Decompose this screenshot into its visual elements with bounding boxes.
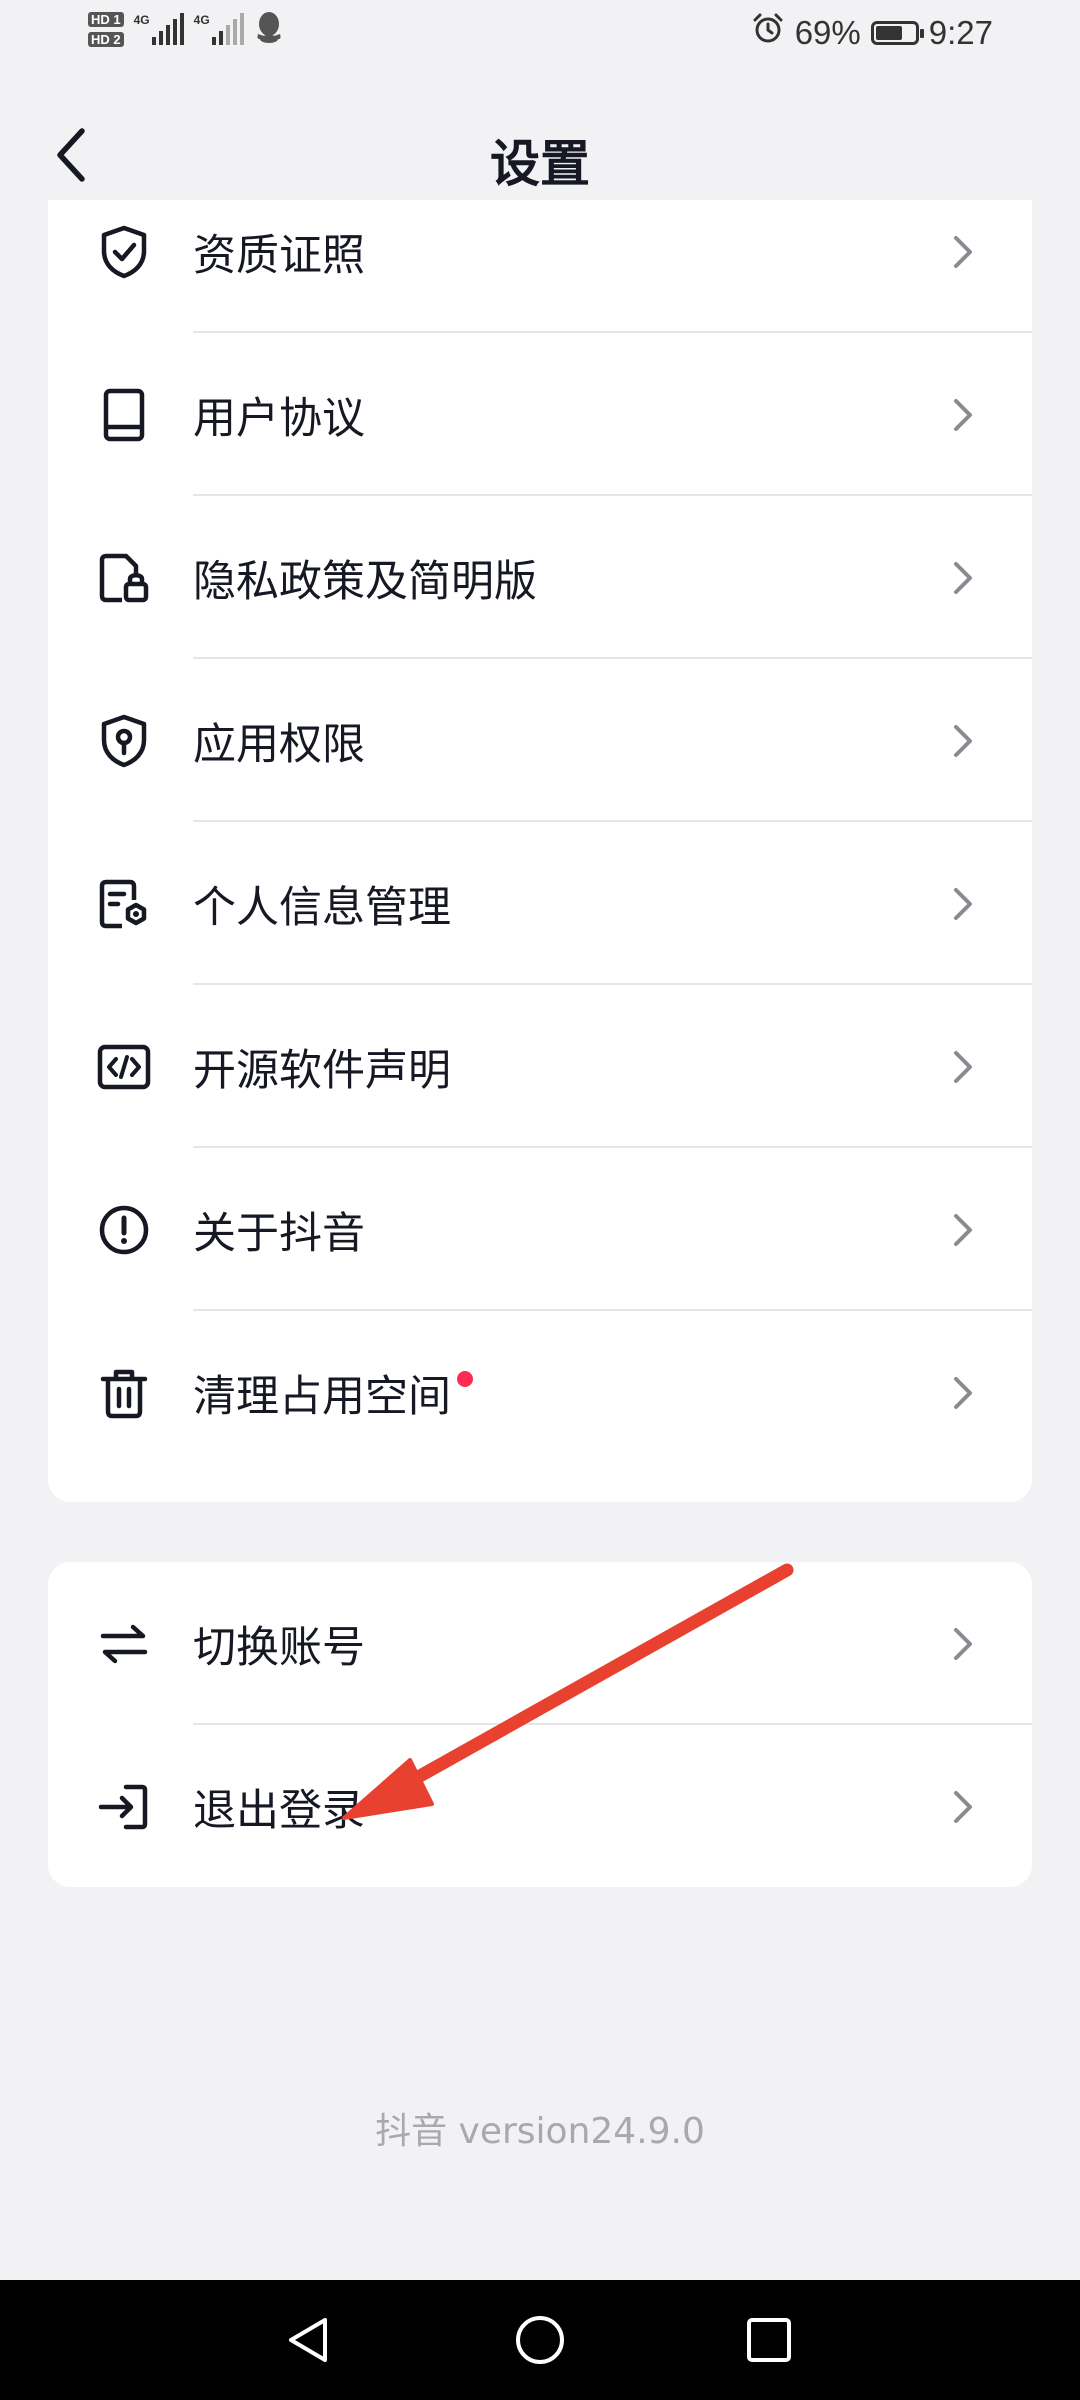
qq-icon [254,10,284,48]
settings-item-label: 切换账号 [193,1622,365,1673]
nav-recents-button[interactable] [729,2300,809,2380]
account-card: 切换账号 退出登录 [48,1562,1032,1887]
chevron-right-icon [948,395,978,435]
settings-item-label: 个人信息管理 [193,882,451,933]
settings-item-clear-storage[interactable]: 清理占用空间 [48,1311,1032,1474]
swap-icon [96,1616,152,1672]
settings-item-privacy-policy[interactable]: 隐私政策及简明版 [48,496,1032,659]
trash-icon [96,1365,152,1421]
settings-item-label: 关于抖音 [193,1208,365,1259]
version-text: 抖音 version24.9.0 [375,2111,705,2152]
chevron-right-icon [948,1787,978,1827]
nav-home-button[interactable] [500,2300,580,2380]
chevron-right-icon [948,232,978,272]
settings-item-label: 开源软件声明 [193,1045,451,1096]
square-recents-icon [747,2318,791,2362]
settings-item-label: 清理占用空间 [193,1362,473,1424]
battery-percent: 69% [794,14,861,51]
chevron-right-icon [948,1210,978,1250]
shield-person-icon [96,713,152,769]
battery-level [875,26,902,40]
nav-back-button[interactable] [269,2300,349,2380]
chevron-right-icon [948,884,978,924]
shield-check-icon [96,224,152,280]
sim-indicators: HD 1 HD 2 [88,11,124,47]
document-gear-icon [96,876,152,932]
triangle-back-icon [289,2318,327,2362]
clock: 9:27 [928,14,993,51]
settings-item-qualifications[interactable]: 资质证照 [48,200,1032,333]
battery-icon [870,21,924,45]
book-icon [96,387,152,443]
status-left: HD 1 HD 2 4G 4G [88,10,284,48]
settings-item-personal-info[interactable]: 个人信息管理 [48,822,1032,985]
settings-item-label: 隐私政策及简明版 [193,556,537,607]
settings-item-label: 应用权限 [193,719,365,770]
sim1-badge: HD 1 [88,11,124,27]
settings-item-logout[interactable]: 退出登录 [48,1725,1032,1887]
sim2-badge: HD 2 [88,31,124,47]
network-type-1: 4G [133,13,150,27]
settings-item-app-permissions[interactable]: 应用权限 [48,659,1032,822]
logout-icon [96,1779,152,1835]
signal-bars-icon [151,13,184,45]
status-right: 69% 9:27 [751,12,993,54]
settings-item-label: 用户协议 [193,393,365,444]
signal-1: 4G [134,13,184,45]
clear-storage-label: 清理占用空间 [193,1371,451,1422]
signal-2: 4G [194,13,244,45]
settings-item-about[interactable]: 关于抖音 [48,1148,1032,1311]
chevron-right-icon [948,1373,978,1413]
alarm-icon [751,12,785,54]
code-icon [96,1039,152,1095]
chevron-right-icon [948,721,978,761]
settings-item-open-source[interactable]: 开源软件声明 [48,985,1032,1148]
settings-item-switch-account[interactable]: 切换账号 [48,1562,1032,1725]
signal-bars-icon [211,13,244,45]
settings-card: 资质证照 用户协议 隐私政策及简明版 应用权限 个人信息管理 开源软件声明 关于… [48,200,1032,1502]
chevron-right-icon [948,1047,978,1087]
notification-dot [457,1370,473,1387]
settings-item-user-agreement[interactable]: 用户协议 [48,333,1032,496]
status-bar: HD 1 HD 2 4G 4G 69% 9:27 [0,0,1080,80]
chevron-right-icon [948,558,978,598]
network-type-2: 4G [193,13,210,27]
settings-item-label: 资质证照 [193,230,365,281]
settings-item-label: 退出登录 [193,1785,365,1836]
navigation-bar [0,2280,1080,2400]
info-circle-icon [96,1202,152,1258]
page-title: 设置 [490,135,590,193]
chevron-right-icon [948,1624,978,1664]
document-lock-icon [96,550,152,606]
header: 设置 [0,100,1080,215]
circle-home-icon [516,2316,564,2364]
